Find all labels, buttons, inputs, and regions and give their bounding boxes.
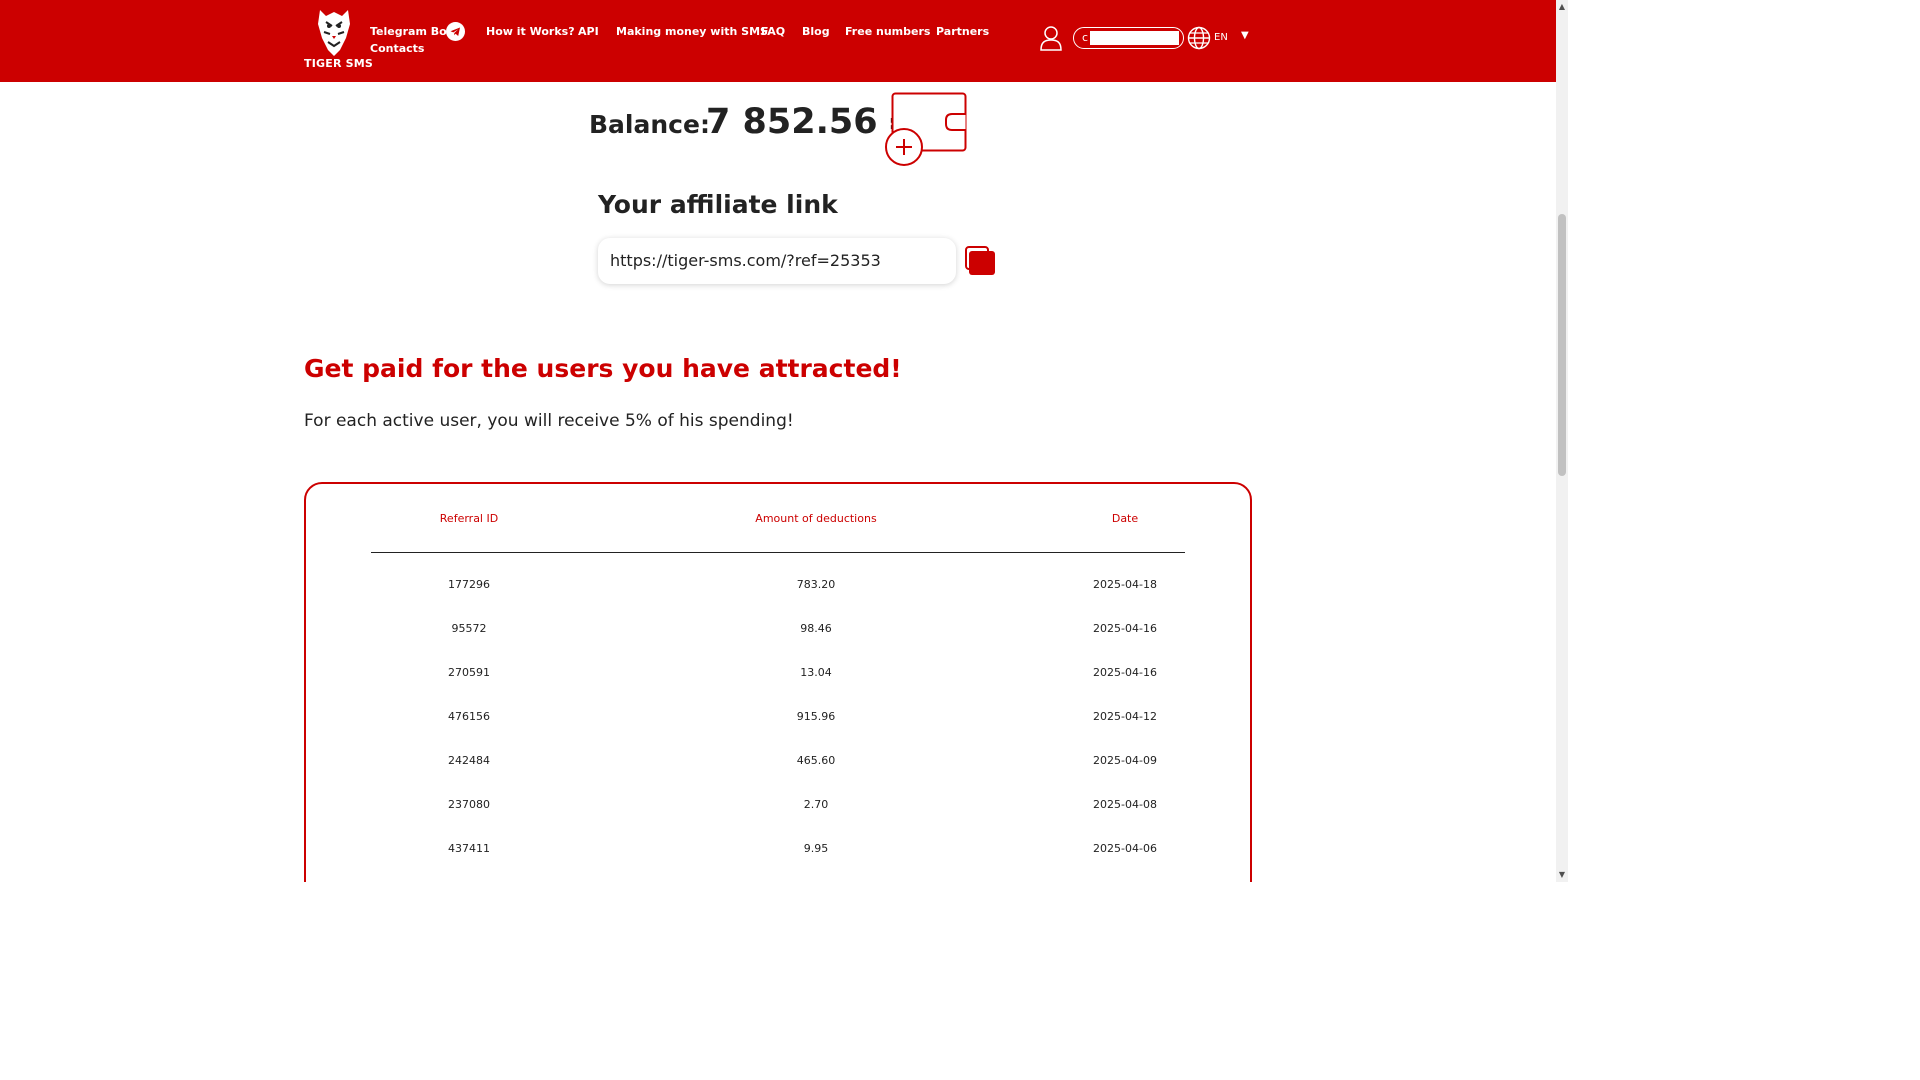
- cell-date: 2025-04-16: [1093, 666, 1157, 679]
- nav-how-it-works[interactable]: How it Works?: [486, 25, 575, 38]
- language-selector[interactable]: EN: [1214, 32, 1228, 43]
- cell-amount: 98.46: [800, 622, 832, 635]
- telegram-icon[interactable]: [446, 22, 465, 41]
- user-icon[interactable]: [1040, 26, 1062, 51]
- globe-icon[interactable]: [1187, 26, 1211, 50]
- cell-referral-id: 437411: [448, 842, 490, 855]
- balance-value: 7 852.56 ₽: [706, 102, 915, 142]
- nav-contacts[interactable]: Contacts: [370, 42, 424, 55]
- balance-label: Balance:: [589, 110, 710, 139]
- cell-amount: 13.04: [800, 666, 832, 679]
- logo[interactable]: TIGER SMS: [304, 6, 374, 72]
- table-header-amount: Amount of deductions: [755, 512, 877, 525]
- header: TIGER SMS Telegram Bot Contacts How it W…: [0, 0, 1556, 82]
- cell-referral-id: 177296: [448, 578, 490, 591]
- cell-date: 2025-04-18: [1093, 578, 1157, 591]
- scroll-up-arrow-icon[interactable]: ▲: [1556, 0, 1568, 14]
- nav-making-money[interactable]: Making money with SMS: [616, 25, 768, 38]
- chevron-down-icon[interactable]: ▼: [1241, 30, 1249, 41]
- account-email-mask: [1090, 31, 1179, 45]
- nav-telegram-bot[interactable]: Telegram Bot: [370, 25, 452, 38]
- affiliate-link-input[interactable]: [598, 238, 956, 284]
- affiliate-title: Your affiliate link: [598, 190, 838, 219]
- cell-date: 2025-04-16: [1093, 622, 1157, 635]
- tiger-logo-icon: [318, 10, 350, 56]
- cell-amount: 9.95: [803, 842, 829, 855]
- table-header-referral-id: Referral ID: [439, 512, 499, 525]
- cell-referral-id: 242484: [448, 754, 490, 767]
- page-scrollbar[interactable]: ▲ ▼: [1556, 0, 1568, 882]
- nav-api[interactable]: API: [578, 25, 599, 38]
- nav-free-numbers[interactable]: Free numbers: [845, 25, 930, 38]
- cell-date: 2025-04-08: [1093, 798, 1157, 811]
- cell-amount: 783.20: [796, 578, 836, 591]
- cell-referral-id: 476156: [448, 710, 490, 723]
- scroll-thumb[interactable]: [1558, 214, 1566, 476]
- account-email-field[interactable]: c: [1073, 27, 1184, 49]
- nav-blog[interactable]: Blog: [802, 25, 830, 38]
- scroll-down-arrow-icon[interactable]: ▼: [1556, 868, 1568, 882]
- cell-referral-id: 270591: [448, 666, 490, 679]
- promo-subline: For each active user, you will receive 5…: [304, 411, 794, 431]
- table-header-date: Date: [1111, 512, 1139, 525]
- nav-faq[interactable]: FAQ: [761, 25, 785, 38]
- promo-headline: Get paid for the users you have attracte…: [304, 354, 902, 383]
- wallet-add-icon[interactable]: [884, 92, 968, 166]
- cell-referral-id: 95572: [451, 622, 487, 635]
- cell-date: 2025-04-09: [1093, 754, 1157, 767]
- page: TIGER SMS Telegram Bot Contacts How it W…: [0, 0, 1556, 882]
- account-email-first-char: c: [1082, 31, 1089, 44]
- copy-icon[interactable]: [965, 246, 997, 278]
- cell-amount: 465.60: [796, 754, 836, 767]
- logo-text: TIGER SMS: [304, 57, 374, 70]
- referrals-table: [304, 482, 1252, 882]
- cell-amount: 2.70: [803, 798, 829, 811]
- cell-referral-id: 237080: [448, 798, 490, 811]
- cell-date: 2025-04-06: [1093, 842, 1157, 855]
- cell-amount: 915.96: [796, 710, 836, 723]
- table-divider: [371, 552, 1185, 553]
- cell-date: 2025-04-12: [1093, 710, 1157, 723]
- nav-partners[interactable]: Partners: [936, 25, 989, 38]
